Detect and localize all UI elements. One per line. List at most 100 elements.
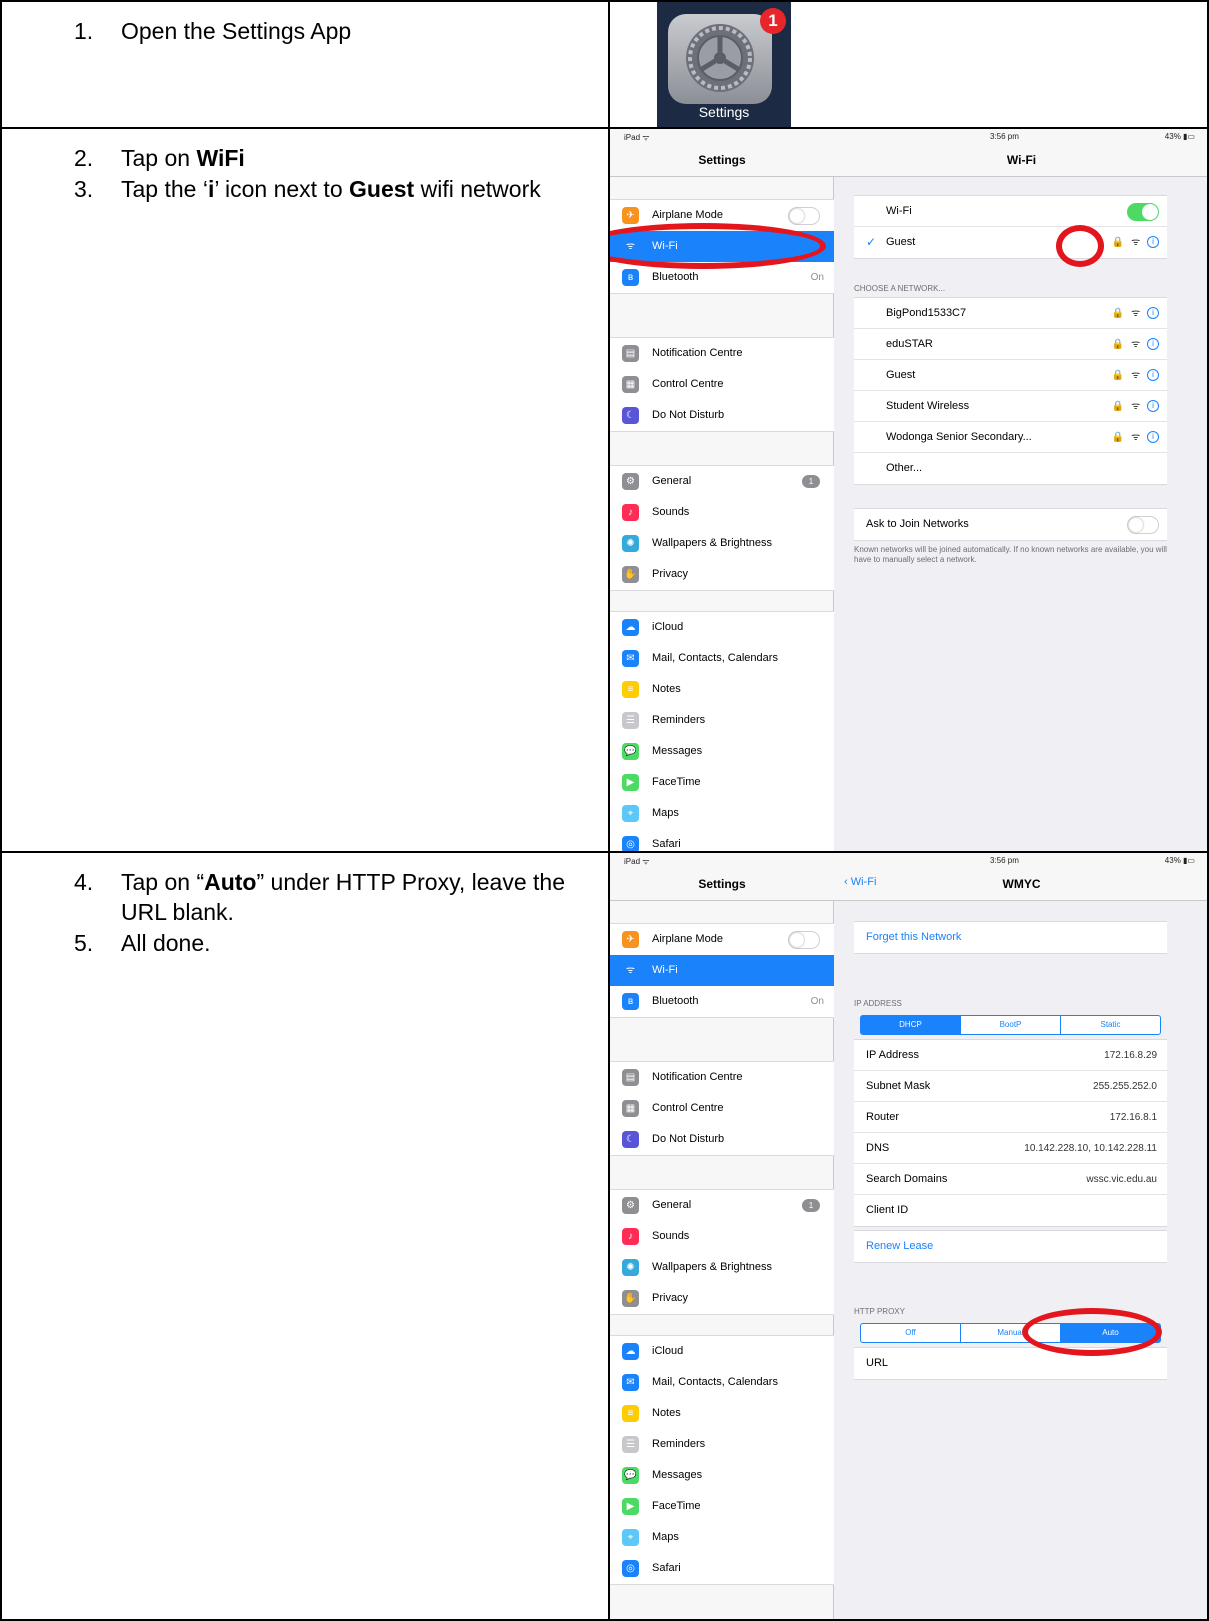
notification-centre-icon: ▤ — [622, 345, 639, 362]
ip-mode-bootp[interactable]: BootP — [961, 1016, 1061, 1034]
network-row[interactable]: Wodonga Senior Secondary... 🔒 ᯤ i — [854, 422, 1167, 453]
sidebar-item-control-centre[interactable]: ▦ Control Centre — [610, 369, 834, 400]
step-number: 4. — [74, 869, 94, 895]
instruction-table: 1. Open the Settings App 1 Settings 2. T… — [0, 0, 1209, 1621]
sidebar-item-label: Reminders — [652, 714, 706, 726]
network-row[interactable]: eduSTAR 🔒 ᯤ i — [854, 329, 1167, 360]
reminders-icon: ☰ — [622, 712, 639, 729]
network-status-icons: 🔒 ᯤ i — [1112, 422, 1159, 453]
sidebar-item-general[interactable]: ⚙ General 1 — [610, 1190, 834, 1221]
step-text: Tap on “ — [121, 869, 205, 895]
device-label: iPad ᯤ — [624, 857, 650, 866]
sidebar-item-wallpapers-brightness[interactable]: ✺ Wallpapers & Brightness — [610, 528, 834, 559]
network-row[interactable]: Guest 🔒 ᯤ i — [854, 360, 1167, 391]
sidebar-item-maps[interactable]: ⌖ Maps — [610, 798, 834, 829]
ip-mode-static[interactable]: Static — [1061, 1016, 1160, 1034]
sidebar-item-wallpapers-brightness[interactable]: ✺ Wallpapers & Brightness — [610, 1252, 834, 1283]
sidebar-item-airplane-mode[interactable]: ✈ Airplane Mode — [610, 924, 834, 955]
facetime-icon: ▶ — [622, 1498, 639, 1515]
other-network-row[interactable]: Other... — [854, 453, 1167, 484]
sidebar-item-icloud[interactable]: ☁ iCloud — [610, 612, 834, 643]
info-icon[interactable]: i — [1147, 400, 1159, 413]
other-network-label: Other... — [886, 462, 923, 474]
sidebar-item-notification-centre[interactable]: ▤ Notification Centre — [610, 1062, 834, 1093]
control-centre-icon: ▦ — [622, 1100, 639, 1117]
update-badge: 1 — [802, 1199, 820, 1212]
sidebar-item-label: Maps — [652, 807, 679, 819]
sidebar-item-control-centre[interactable]: ▦ Control Centre — [610, 1093, 834, 1124]
airplane-toggle[interactable] — [788, 931, 820, 949]
sidebar-item-safari[interactable]: ◎ Safari — [610, 829, 834, 851]
network-status-icons: 🔒 ᯤ i — [1112, 298, 1159, 329]
sidebar-group: ✈ Airplane Mode ᯤ Wi-Fi ʙ Bluetooth On — [610, 923, 834, 1018]
sidebar-item-privacy[interactable]: ✋ Privacy — [610, 1283, 834, 1314]
info-icon[interactable]: i — [1147, 369, 1159, 382]
highlight-oval — [1022, 1308, 1162, 1356]
sidebar-item-do-not-disturb[interactable]: ☾ Do Not Disturb — [610, 1124, 834, 1155]
sidebar-item-label: Messages — [652, 745, 703, 757]
sidebar-item-mail-contacts-calendars[interactable]: ✉ Mail, Contacts, Calendars — [610, 643, 834, 674]
ip-mode-dhcp[interactable]: DHCP — [861, 1016, 961, 1034]
sidebar-item-wi-fi[interactable]: ᯤ Wi-Fi — [610, 955, 834, 986]
connected-network-row[interactable]: ✓ Guest 🔒 ᯤ i — [854, 227, 1167, 258]
sidebar-item-label: Notification Centre — [652, 1071, 743, 1083]
settings-app-icon[interactable]: 1 Settings — [657, 2, 791, 127]
ip-info-value: wssc.vic.edu.au — [1086, 1174, 1157, 1185]
sidebar-item-bluetooth[interactable]: ʙ Bluetooth On — [610, 986, 834, 1017]
do-not-disturb-icon: ☾ — [622, 407, 639, 424]
sidebar-item-maps[interactable]: ⌖ Maps — [610, 1522, 834, 1553]
battery: 43% ▮▭ — [1164, 856, 1195, 865]
ask-join-toggle[interactable] — [1127, 516, 1159, 534]
sidebar-item-safari[interactable]: ◎ Safari — [610, 1553, 834, 1584]
wifi-toggle[interactable] — [1127, 203, 1159, 221]
info-icon[interactable]: i — [1147, 307, 1159, 320]
sidebar-item-mail-contacts-calendars[interactable]: ✉ Mail, Contacts, Calendars — [610, 1367, 834, 1398]
step-text: Tap the ‘ — [121, 176, 208, 202]
sidebar-item-privacy[interactable]: ✋ Privacy — [610, 559, 834, 590]
renew-lease-button[interactable]: Renew Lease — [854, 1231, 1167, 1262]
proxy-mode-off[interactable]: Off — [861, 1324, 961, 1342]
sidebar-item-notes[interactable]: ≡ Notes — [610, 674, 834, 705]
step-text: Open the Settings App — [121, 18, 352, 44]
mail-contacts-calendars-icon: ✉ — [622, 1374, 639, 1391]
sidebar-item-sounds[interactable]: ♪ Sounds — [610, 497, 834, 528]
network-row[interactable]: Student Wireless 🔒 ᯤ i — [854, 391, 1167, 422]
ip-mode-segmented-control[interactable]: DHCP BootP Static — [860, 1015, 1161, 1035]
sidebar-item-notification-centre[interactable]: ▤ Notification Centre — [610, 338, 834, 369]
sidebar-item-facetime[interactable]: ▶ FaceTime — [610, 1491, 834, 1522]
maps-icon: ⌖ — [622, 805, 639, 822]
sidebar-item-label: iCloud — [652, 621, 684, 633]
sidebar-item-messages[interactable]: 💬 Messages — [610, 736, 834, 767]
network-row[interactable]: BigPond1533C7 🔒 ᯤ i — [854, 298, 1167, 329]
icloud-icon: ☁ — [622, 619, 639, 636]
forget-network-button[interactable]: Forget this Network — [854, 922, 1167, 953]
network-name: Wodonga Senior Secondary... — [886, 431, 1032, 443]
general-icon: ⚙ — [622, 1197, 639, 1214]
ask-join-row[interactable]: Ask to Join Networks — [854, 509, 1167, 540]
update-badge: 1 — [802, 475, 820, 488]
sidebar-item-facetime[interactable]: ▶ FaceTime — [610, 767, 834, 798]
notification-badge: 1 — [760, 8, 786, 34]
wallpapers-brightness-icon: ✺ — [622, 1259, 639, 1276]
sidebar-item-messages[interactable]: 💬 Messages — [610, 1460, 834, 1491]
sidebar-item-label: General — [652, 1199, 692, 1211]
sidebar-item-label: iCloud — [652, 1345, 684, 1357]
ip-address-label: IP ADDRESS — [854, 999, 902, 1008]
ip-info-value: 10.142.228.10, 10.142.228.11 — [1024, 1143, 1157, 1154]
sidebar-item-icloud[interactable]: ☁ iCloud — [610, 1336, 834, 1367]
sidebar-item-notes[interactable]: ≡ Notes — [610, 1398, 834, 1429]
control-centre-icon: ▦ — [622, 376, 639, 393]
sidebar-item-reminders[interactable]: ☰ Reminders — [610, 1429, 834, 1460]
info-icon[interactable]: i — [1147, 431, 1159, 444]
sidebar-item-do-not-disturb[interactable]: ☾ Do Not Disturb — [610, 400, 834, 431]
ip-info-group: IP Address 172.16.8.29 Subnet Mask 255.255.… — [854, 1039, 1167, 1227]
info-icon[interactable]: i — [1147, 236, 1159, 249]
sidebar-item-sounds[interactable]: ♪ Sounds — [610, 1221, 834, 1252]
sidebar-item-value: On — [810, 272, 824, 283]
info-icon[interactable]: i — [1147, 338, 1159, 351]
airplane-toggle[interactable] — [788, 207, 820, 225]
sidebar-item-general[interactable]: ⚙ General 1 — [610, 466, 834, 497]
clock: 3:56 pm — [990, 856, 1019, 865]
sidebar-item-reminders[interactable]: ☰ Reminders — [610, 705, 834, 736]
wifi-toggle-row[interactable]: Wi-Fi — [854, 196, 1167, 227]
